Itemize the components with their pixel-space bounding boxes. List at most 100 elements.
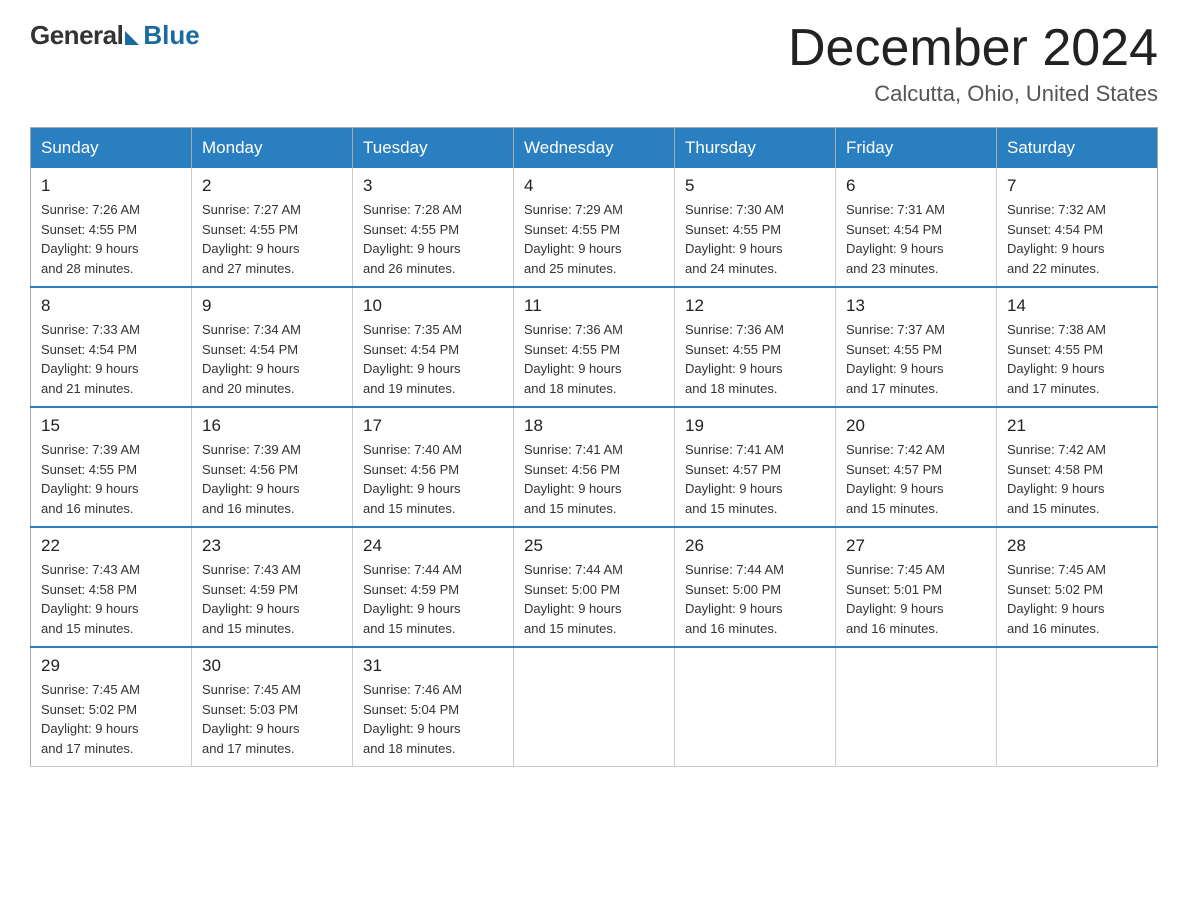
calendar-cell: 17 Sunrise: 7:40 AM Sunset: 4:56 PM Dayl… (353, 407, 514, 527)
day-number: 6 (846, 176, 986, 196)
calendar-table: SundayMondayTuesdayWednesdayThursdayFrid… (30, 127, 1158, 767)
day-info: Sunrise: 7:41 AM Sunset: 4:57 PM Dayligh… (685, 440, 825, 518)
calendar-cell: 13 Sunrise: 7:37 AM Sunset: 4:55 PM Dayl… (836, 287, 997, 407)
day-info: Sunrise: 7:30 AM Sunset: 4:55 PM Dayligh… (685, 200, 825, 278)
location-title: Calcutta, Ohio, United States (788, 81, 1158, 107)
day-info: Sunrise: 7:44 AM Sunset: 4:59 PM Dayligh… (363, 560, 503, 638)
day-info: Sunrise: 7:37 AM Sunset: 4:55 PM Dayligh… (846, 320, 986, 398)
day-number: 4 (524, 176, 664, 196)
day-info: Sunrise: 7:31 AM Sunset: 4:54 PM Dayligh… (846, 200, 986, 278)
calendar-cell (514, 647, 675, 767)
day-number: 18 (524, 416, 664, 436)
day-number: 1 (41, 176, 181, 196)
calendar-cell: 1 Sunrise: 7:26 AM Sunset: 4:55 PM Dayli… (31, 168, 192, 287)
day-number: 17 (363, 416, 503, 436)
day-info: Sunrise: 7:42 AM Sunset: 4:57 PM Dayligh… (846, 440, 986, 518)
day-number: 28 (1007, 536, 1147, 556)
calendar-cell: 14 Sunrise: 7:38 AM Sunset: 4:55 PM Dayl… (997, 287, 1158, 407)
day-info: Sunrise: 7:40 AM Sunset: 4:56 PM Dayligh… (363, 440, 503, 518)
day-info: Sunrise: 7:45 AM Sunset: 5:03 PM Dayligh… (202, 680, 342, 758)
logo: General Blue (30, 20, 200, 51)
day-number: 19 (685, 416, 825, 436)
day-info: Sunrise: 7:45 AM Sunset: 5:02 PM Dayligh… (1007, 560, 1147, 638)
calendar-cell: 28 Sunrise: 7:45 AM Sunset: 5:02 PM Dayl… (997, 527, 1158, 647)
day-info: Sunrise: 7:35 AM Sunset: 4:54 PM Dayligh… (363, 320, 503, 398)
page-header: General Blue December 2024 Calcutta, Ohi… (30, 20, 1158, 107)
calendar-cell: 12 Sunrise: 7:36 AM Sunset: 4:55 PM Dayl… (675, 287, 836, 407)
day-number: 24 (363, 536, 503, 556)
day-info: Sunrise: 7:43 AM Sunset: 4:58 PM Dayligh… (41, 560, 181, 638)
day-number: 3 (363, 176, 503, 196)
day-info: Sunrise: 7:39 AM Sunset: 4:56 PM Dayligh… (202, 440, 342, 518)
day-number: 7 (1007, 176, 1147, 196)
day-info: Sunrise: 7:33 AM Sunset: 4:54 PM Dayligh… (41, 320, 181, 398)
calendar-cell (997, 647, 1158, 767)
day-info: Sunrise: 7:28 AM Sunset: 4:55 PM Dayligh… (363, 200, 503, 278)
day-info: Sunrise: 7:34 AM Sunset: 4:54 PM Dayligh… (202, 320, 342, 398)
day-info: Sunrise: 7:38 AM Sunset: 4:55 PM Dayligh… (1007, 320, 1147, 398)
day-info: Sunrise: 7:36 AM Sunset: 4:55 PM Dayligh… (524, 320, 664, 398)
day-number: 21 (1007, 416, 1147, 436)
weekday-header-sunday: Sunday (31, 128, 192, 169)
logo-blue-text: Blue (143, 20, 199, 51)
weekday-header-thursday: Thursday (675, 128, 836, 169)
month-title: December 2024 (788, 20, 1158, 77)
calendar-week-4: 22 Sunrise: 7:43 AM Sunset: 4:58 PM Dayl… (31, 527, 1158, 647)
day-info: Sunrise: 7:41 AM Sunset: 4:56 PM Dayligh… (524, 440, 664, 518)
weekday-header-tuesday: Tuesday (353, 128, 514, 169)
logo-general-text: General (30, 20, 123, 51)
day-info: Sunrise: 7:39 AM Sunset: 4:55 PM Dayligh… (41, 440, 181, 518)
day-number: 16 (202, 416, 342, 436)
calendar-cell: 18 Sunrise: 7:41 AM Sunset: 4:56 PM Dayl… (514, 407, 675, 527)
calendar-week-5: 29 Sunrise: 7:45 AM Sunset: 5:02 PM Dayl… (31, 647, 1158, 767)
day-info: Sunrise: 7:42 AM Sunset: 4:58 PM Dayligh… (1007, 440, 1147, 518)
weekday-header-monday: Monday (192, 128, 353, 169)
calendar-cell: 7 Sunrise: 7:32 AM Sunset: 4:54 PM Dayli… (997, 168, 1158, 287)
day-info: Sunrise: 7:46 AM Sunset: 5:04 PM Dayligh… (363, 680, 503, 758)
day-number: 23 (202, 536, 342, 556)
day-number: 8 (41, 296, 181, 316)
calendar-cell: 20 Sunrise: 7:42 AM Sunset: 4:57 PM Dayl… (836, 407, 997, 527)
day-info: Sunrise: 7:26 AM Sunset: 4:55 PM Dayligh… (41, 200, 181, 278)
day-number: 5 (685, 176, 825, 196)
day-number: 31 (363, 656, 503, 676)
calendar-cell: 30 Sunrise: 7:45 AM Sunset: 5:03 PM Dayl… (192, 647, 353, 767)
day-number: 2 (202, 176, 342, 196)
day-number: 9 (202, 296, 342, 316)
day-number: 22 (41, 536, 181, 556)
calendar-cell: 10 Sunrise: 7:35 AM Sunset: 4:54 PM Dayl… (353, 287, 514, 407)
calendar-cell: 26 Sunrise: 7:44 AM Sunset: 5:00 PM Dayl… (675, 527, 836, 647)
calendar-week-3: 15 Sunrise: 7:39 AM Sunset: 4:55 PM Dayl… (31, 407, 1158, 527)
day-info: Sunrise: 7:44 AM Sunset: 5:00 PM Dayligh… (685, 560, 825, 638)
calendar-cell: 5 Sunrise: 7:30 AM Sunset: 4:55 PM Dayli… (675, 168, 836, 287)
calendar-cell: 25 Sunrise: 7:44 AM Sunset: 5:00 PM Dayl… (514, 527, 675, 647)
calendar-cell (675, 647, 836, 767)
calendar-cell: 22 Sunrise: 7:43 AM Sunset: 4:58 PM Dayl… (31, 527, 192, 647)
calendar-cell: 29 Sunrise: 7:45 AM Sunset: 5:02 PM Dayl… (31, 647, 192, 767)
day-number: 29 (41, 656, 181, 676)
calendar-cell: 2 Sunrise: 7:27 AM Sunset: 4:55 PM Dayli… (192, 168, 353, 287)
day-number: 26 (685, 536, 825, 556)
calendar-cell: 24 Sunrise: 7:44 AM Sunset: 4:59 PM Dayl… (353, 527, 514, 647)
day-info: Sunrise: 7:29 AM Sunset: 4:55 PM Dayligh… (524, 200, 664, 278)
day-info: Sunrise: 7:27 AM Sunset: 4:55 PM Dayligh… (202, 200, 342, 278)
calendar-cell: 8 Sunrise: 7:33 AM Sunset: 4:54 PM Dayli… (31, 287, 192, 407)
weekday-header-row: SundayMondayTuesdayWednesdayThursdayFrid… (31, 128, 1158, 169)
calendar-cell: 11 Sunrise: 7:36 AM Sunset: 4:55 PM Dayl… (514, 287, 675, 407)
day-number: 11 (524, 296, 664, 316)
day-number: 30 (202, 656, 342, 676)
day-number: 13 (846, 296, 986, 316)
day-info: Sunrise: 7:32 AM Sunset: 4:54 PM Dayligh… (1007, 200, 1147, 278)
day-number: 27 (846, 536, 986, 556)
weekday-header-friday: Friday (836, 128, 997, 169)
calendar-cell: 16 Sunrise: 7:39 AM Sunset: 4:56 PM Dayl… (192, 407, 353, 527)
title-section: December 2024 Calcutta, Ohio, United Sta… (788, 20, 1158, 107)
weekday-header-wednesday: Wednesday (514, 128, 675, 169)
weekday-header-saturday: Saturday (997, 128, 1158, 169)
day-number: 12 (685, 296, 825, 316)
calendar-week-2: 8 Sunrise: 7:33 AM Sunset: 4:54 PM Dayli… (31, 287, 1158, 407)
calendar-cell: 27 Sunrise: 7:45 AM Sunset: 5:01 PM Dayl… (836, 527, 997, 647)
calendar-week-1: 1 Sunrise: 7:26 AM Sunset: 4:55 PM Dayli… (31, 168, 1158, 287)
day-info: Sunrise: 7:45 AM Sunset: 5:02 PM Dayligh… (41, 680, 181, 758)
calendar-cell: 9 Sunrise: 7:34 AM Sunset: 4:54 PM Dayli… (192, 287, 353, 407)
